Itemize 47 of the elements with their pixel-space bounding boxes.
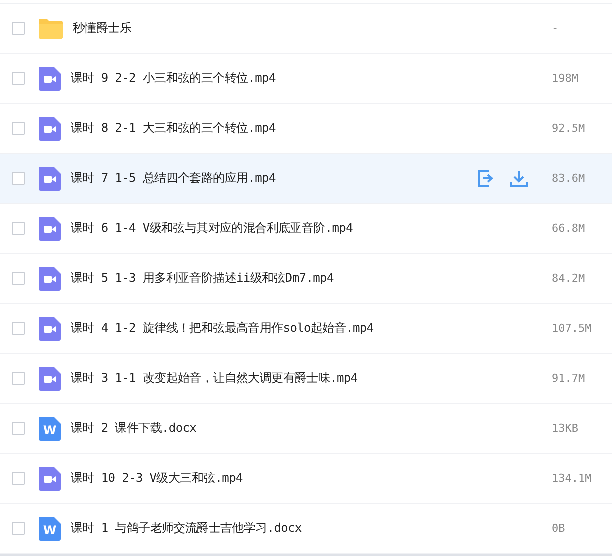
file-name: 课时 1 与鸽子老师交流爵士吉他学习.docx [71, 520, 303, 537]
video-file-icon [39, 266, 61, 290]
file-size: 107.5M [552, 322, 593, 335]
file-size: 66.8M [552, 222, 586, 235]
word-file-icon: W [39, 516, 61, 540]
file-size: - [552, 22, 560, 35]
file-name: 课时 9 2-2 小三和弦的三个转位.mp4 [71, 70, 277, 87]
file-name: 课时 5 1-3 用多利亚音阶描述ii级和弦Dm7.mp4 [71, 270, 335, 287]
file-name: 课时 4 1-2 旋律线！把和弦最高音用作solo起始音.mp4 [71, 320, 375, 337]
checkbox[interactable] [12, 172, 25, 185]
file-size: 91.7M [552, 372, 586, 385]
file-name: 课时 10 2-3 V级大三和弦.mp4 [71, 470, 244, 487]
file-name: 秒懂爵士乐 [73, 20, 133, 37]
checkbox[interactable] [12, 72, 25, 85]
file-size: 198M [552, 72, 580, 85]
file-name: 课时 2 课件下载.docx [71, 420, 198, 437]
video-file-icon [39, 116, 61, 140]
file-size: 84.2M [552, 272, 586, 285]
folder-icon [39, 18, 63, 38]
checkbox[interactable] [12, 122, 25, 135]
checkbox[interactable] [12, 272, 25, 285]
file-size: 92.5M [552, 122, 586, 135]
file-name: 课时 3 1-1 改变起始音，让自然大调更有爵士味.mp4 [71, 370, 359, 387]
video-file-icon [39, 66, 61, 90]
checkbox[interactable] [12, 322, 25, 335]
move-icon[interactable] [478, 170, 496, 187]
file-size: 13KB [552, 422, 580, 435]
video-file-icon [39, 316, 61, 340]
video-file-icon [39, 466, 61, 490]
video-file-icon [39, 366, 61, 390]
video-file-icon [39, 216, 61, 240]
checkbox[interactable] [12, 422, 25, 435]
checkbox[interactable] [12, 522, 25, 535]
checkbox[interactable] [12, 472, 25, 485]
checkbox[interactable] [12, 222, 25, 235]
file-size: 0B [552, 522, 566, 535]
file-row[interactable]: 课时 7 1-5 总结四个套路的应用.mp4 83.6M [0, 154, 612, 204]
file-name: 课时 6 1-4 V级和弦与其对应的混合利底亚音阶.mp4 [71, 220, 354, 237]
file-size: 83.6M [552, 172, 586, 185]
checkbox[interactable] [12, 22, 25, 35]
file-name: 课时 7 1-5 总结四个套路的应用.mp4 [71, 170, 277, 187]
file-size: 134.1M [552, 472, 593, 485]
word-file-icon: W [39, 416, 61, 440]
download-icon[interactable] [510, 170, 528, 187]
file-name: 课时 8 2-1 大三和弦的三个转位.mp4 [71, 120, 277, 137]
checkbox[interactable] [12, 372, 25, 385]
video-file-icon [39, 166, 61, 190]
